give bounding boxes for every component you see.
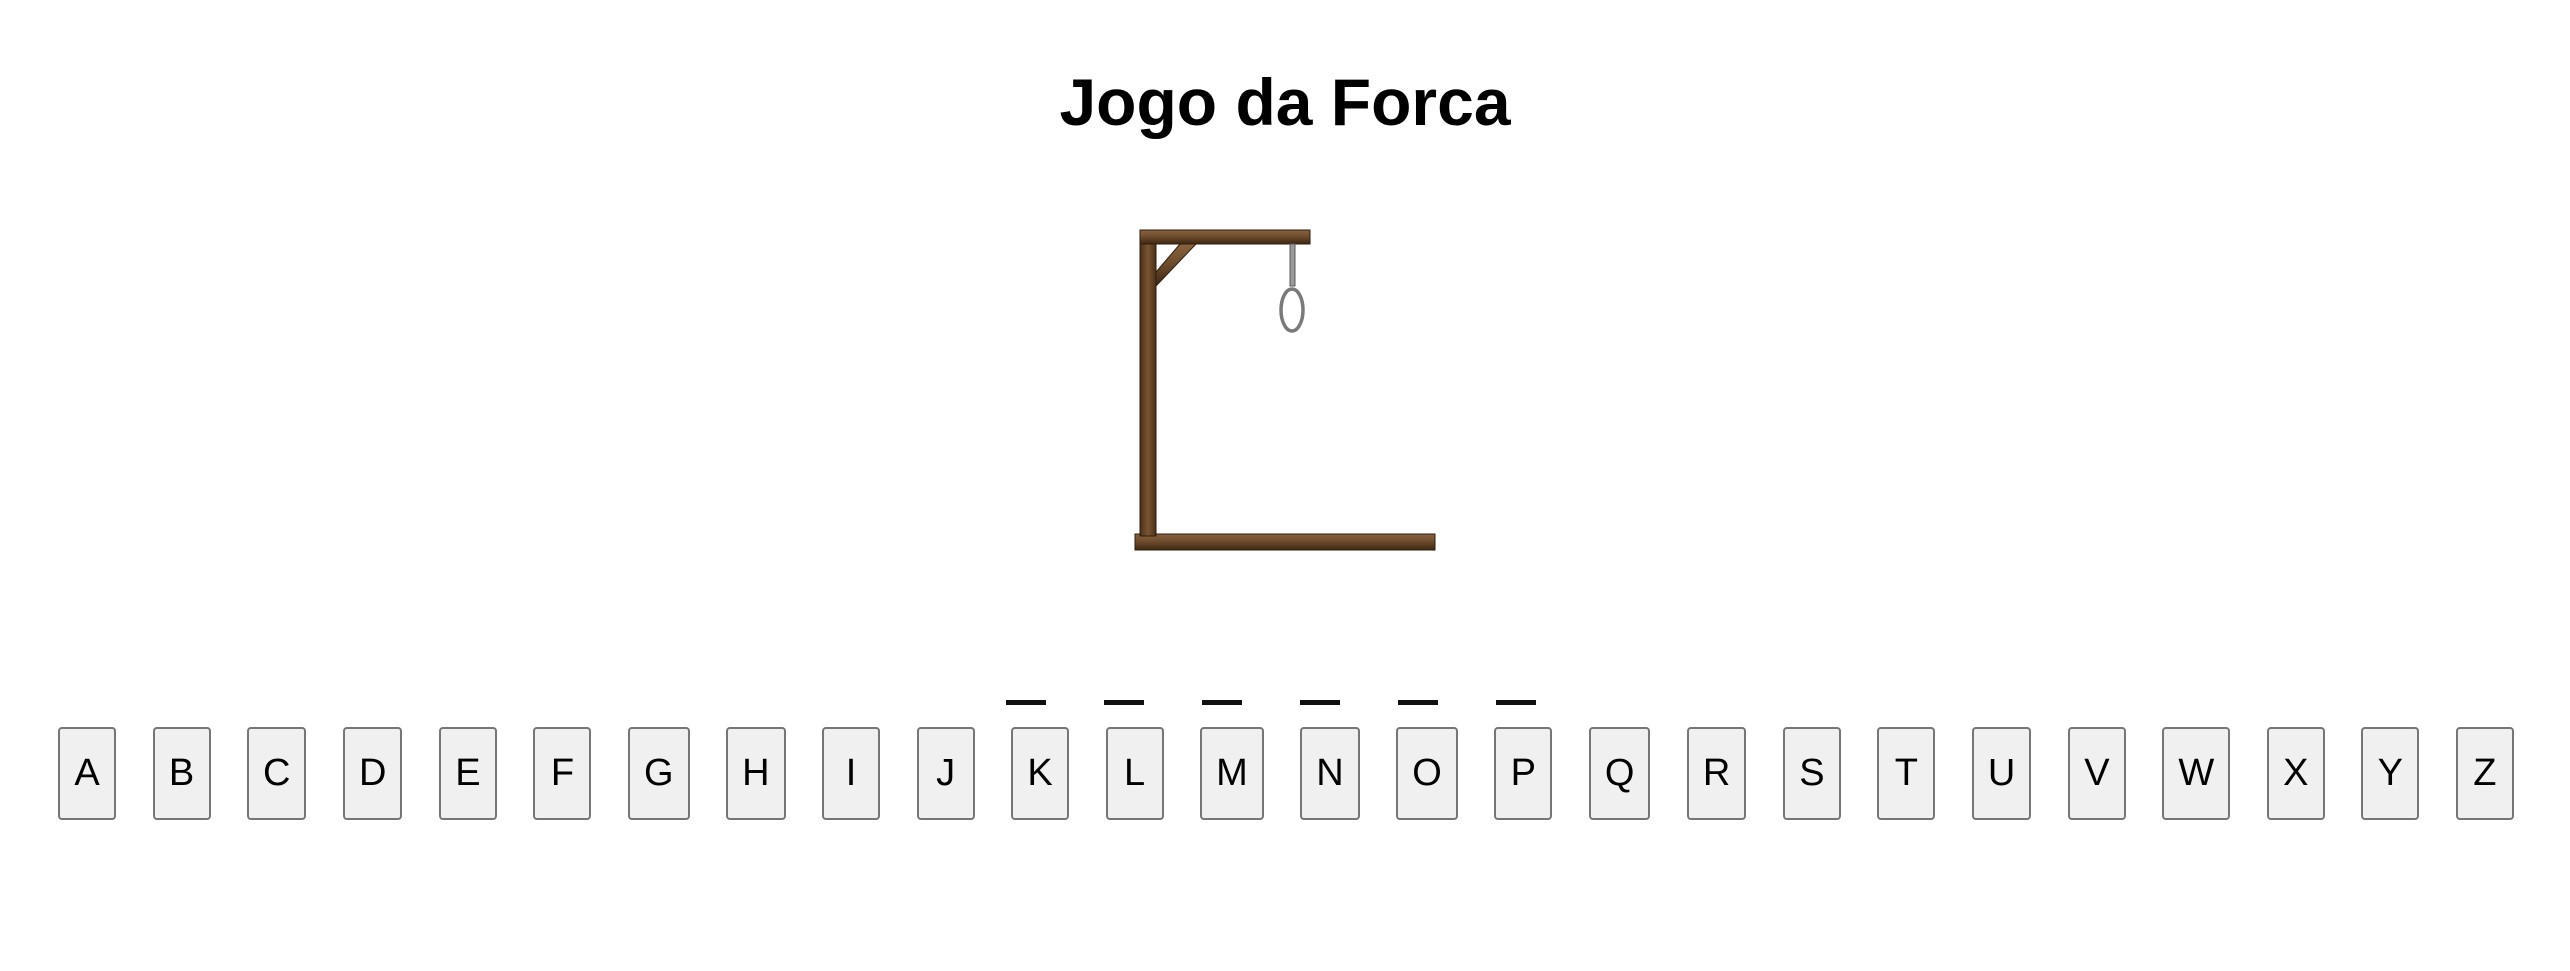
letter-button-e[interactable]: E [438, 727, 497, 820]
letter-button-a[interactable]: A [58, 727, 116, 820]
letter-button-g[interactable]: G [628, 727, 690, 820]
letter-button-p[interactable]: P [1494, 727, 1553, 820]
letter-button-j[interactable]: J [916, 727, 975, 820]
letter-button-w[interactable]: W [2162, 727, 2231, 820]
letter-slot [1202, 700, 1242, 705]
letter-button-t[interactable]: T [1877, 727, 1936, 820]
letter-slot [1300, 700, 1340, 705]
page-title: Jogo da Forca [1059, 65, 1511, 139]
letter-button-x[interactable]: X [2266, 727, 2325, 820]
hangman-page: Jogo da Forca ABCDEFGHIJKLMNOPQRST U V W… [0, 0, 2570, 971]
letter-button-k[interactable]: K [1011, 727, 1070, 820]
letter-button-i[interactable]: I [822, 727, 881, 820]
letter-slot [1104, 700, 1144, 705]
gallows-base [1134, 533, 1436, 551]
letter-button-d[interactable]: D [343, 727, 403, 820]
letter-button-r[interactable]: R [1686, 727, 1747, 820]
letter-button-c[interactable]: C [247, 727, 307, 820]
letter-button-z[interactable]: Z [2455, 727, 2514, 820]
letter-button-s[interactable]: S [1782, 727, 1841, 820]
letter-button-v[interactable]: V [2067, 727, 2126, 820]
letter-button-n[interactable]: N [1300, 727, 1360, 820]
letter-button-l[interactable]: L [1105, 727, 1164, 820]
letter-button-u[interactable]: U [1971, 727, 2032, 820]
letter-button-b[interactable]: B [152, 727, 211, 820]
gallows-brace [1155, 243, 1198, 288]
letter-button-y[interactable]: Y [2361, 727, 2420, 820]
letter-slot [1398, 700, 1438, 705]
letter-button-h[interactable]: H [726, 727, 786, 820]
rope [1289, 243, 1296, 287]
gallows-icon [1134, 229, 1436, 551]
noose-icon [1279, 287, 1305, 333]
gallows-post [1139, 229, 1157, 537]
letter-keyboard: ABCDEFGHIJKLMNOPQRSTUVWXYZ [58, 727, 2514, 820]
letter-slot [1496, 700, 1536, 705]
letter-button-o[interactable]: O [1396, 727, 1458, 820]
letter-slot [1006, 700, 1046, 705]
letter-button-q[interactable]: Q [1588, 727, 1651, 820]
word-slots [1006, 700, 1536, 705]
letter-button-m[interactable]: M [1200, 727, 1264, 820]
gallows-beam [1139, 229, 1311, 245]
letter-button-f[interactable]: F [533, 727, 592, 820]
